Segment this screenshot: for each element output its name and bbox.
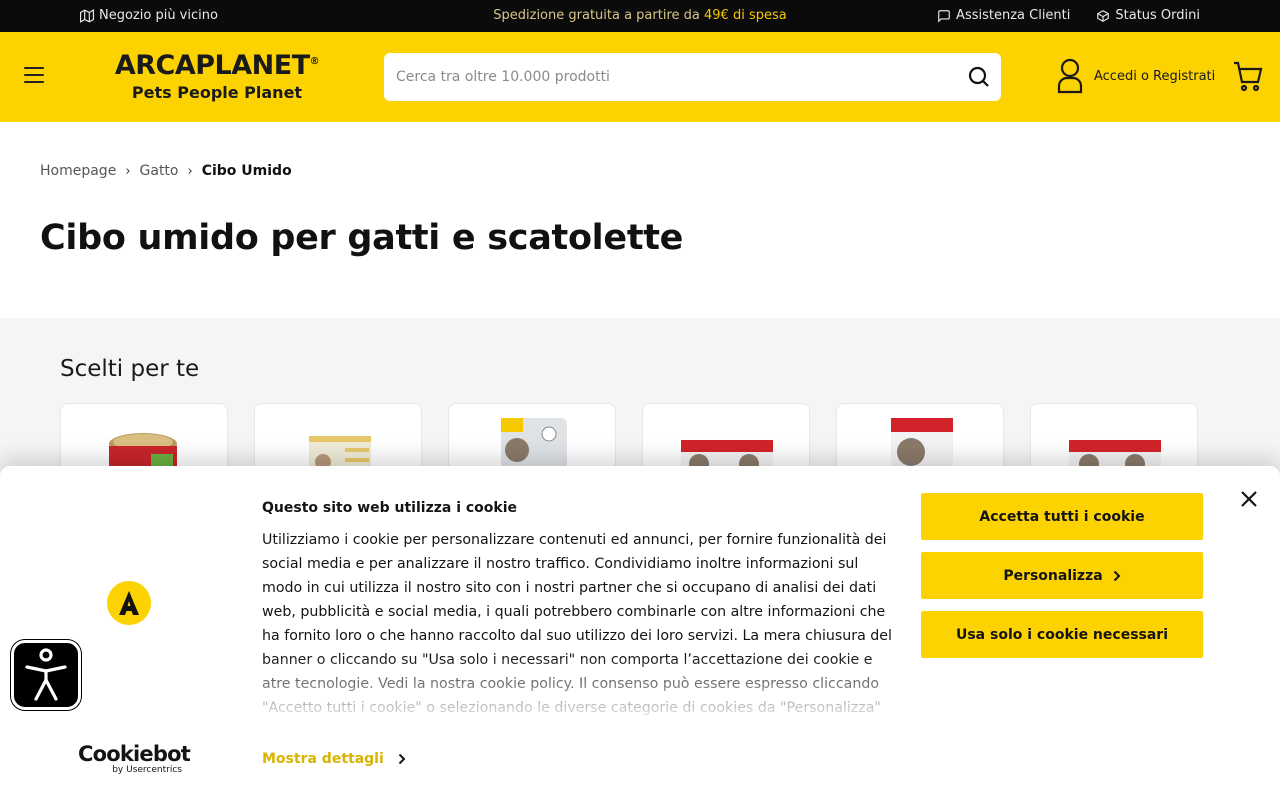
customize-cookies-button[interactable]: Personalizza [921,552,1203,599]
close-icon[interactable] [1238,488,1260,510]
main-header: ARCAPLANET® Pets People Planet Accedi o … [0,32,1280,122]
customer-service-link[interactable]: Assistenza Clienti [937,8,1070,23]
search-bar [384,53,1001,101]
breadcrumb: Homepage › Gatto › Cibo Umido [40,163,292,179]
breadcrumb-current: Cibo Umido [201,163,292,179]
shipping-amount: 49€ di spesa [704,8,787,23]
cookie-text-fade [262,656,902,718]
order-status-link[interactable]: Status Ordini [1096,8,1200,23]
chat-icon [938,9,950,23]
accessibility-widget-button[interactable] [11,640,81,710]
cookiebot-byline: by Usercentrics [112,765,182,775]
account-label: Accedi o Registrati [1094,68,1216,84]
arcaplanet-logo[interactable]: ARCAPLANET® Pets People Planet [106,46,328,104]
cookie-banner: Questo sito web utilizza i cookie Utiliz… [0,466,1280,800]
top-bar: Negozio più vicino Spedizione gratuita a… [0,0,1280,32]
show-details-link[interactable]: Mostra dettagli [262,751,406,767]
breadcrumb-separator: › [125,163,131,179]
menu-icon[interactable] [24,67,44,83]
accept-all-cookies-button[interactable]: Accetta tutti i cookie [921,493,1203,540]
package-icon [1097,9,1110,22]
cookie-title: Questo sito web utilizza i cookie [262,500,518,516]
page-title: Cibo umido per gatti e scatolette [40,218,684,258]
show-details-label: Mostra dettagli [262,751,384,767]
user-icon [1057,58,1083,94]
breadcrumb-cat[interactable]: Gatto [140,163,179,179]
breadcrumb-separator: › [187,163,193,179]
search-icon[interactable] [967,65,991,89]
chevron-right-icon [398,753,406,765]
cookiebot-logo: Cookiebot by Usercentrics [78,742,191,775]
recommended-heading: Scelti per te [60,356,200,382]
customer-service-label: Assistenza Clienti [956,8,1071,23]
search-input[interactable] [384,53,944,101]
arcaplanet-a-icon [107,581,151,625]
necessary-cookies-button[interactable]: Usa solo i cookie necessari [921,611,1203,658]
breadcrumb-home[interactable]: Homepage [40,163,116,179]
logo-brand: ARCAPLANET® [114,50,320,81]
customize-label: Personalizza [1003,567,1103,584]
account-link[interactable]: Accedi o Registrati [1056,58,1215,94]
chevron-right-icon [1113,570,1121,581]
logo-tagline: Pets People Planet [131,83,303,102]
accessibility-icon [25,648,67,701]
order-status-label: Status Ordini [1115,8,1200,23]
cart-icon[interactable] [1232,60,1264,92]
cookiebot-name: Cookiebot [78,742,191,766]
shipping-prefix: Spedizione gratuita a partire da [493,8,700,23]
